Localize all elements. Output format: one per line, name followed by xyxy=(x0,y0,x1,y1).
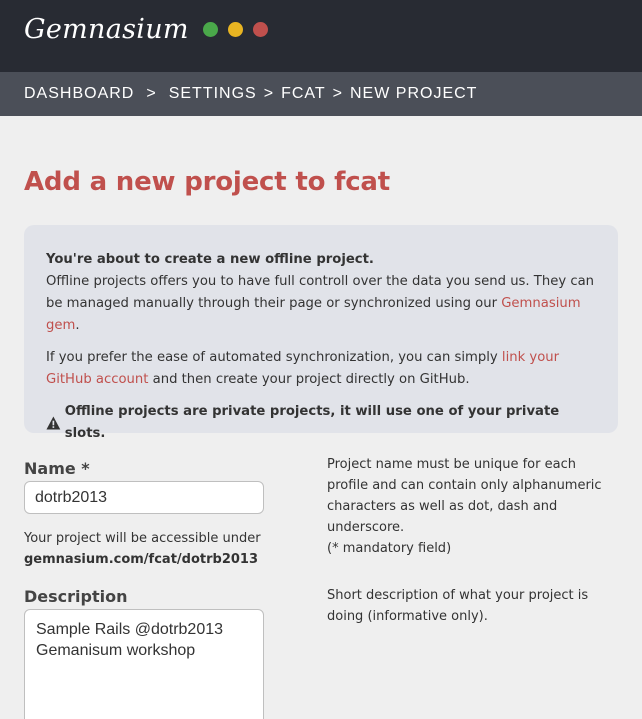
green-dot-icon xyxy=(202,21,218,37)
breadcrumb-separator: > xyxy=(146,85,157,102)
notice-paragraph-2: If you prefer the ease of automated sync… xyxy=(46,347,596,391)
yellow-dot-icon xyxy=(227,21,243,37)
name-help-text: Project name must be unique for each pro… xyxy=(327,457,602,535)
gemnasium-logo[interactable]: Gemnasium xyxy=(24,14,189,45)
main-content: Add a new project to fcat You're about t… xyxy=(0,167,642,719)
notice-paragraph-1: You're about to create a new offline pro… xyxy=(46,249,596,337)
breadcrumb-separator: > xyxy=(332,85,343,102)
offline-project-notice: You're about to create a new offline pro… xyxy=(24,225,618,441)
notice-text-2-end: and then create your project directly on… xyxy=(148,372,470,387)
project-url: gemnasium.com/fcat/dotrb2013 xyxy=(24,552,259,567)
breadcrumb-separator: > xyxy=(263,85,275,102)
project-url-hint: Your project will be accessible under ge… xyxy=(24,528,264,570)
description-field-row: Description Sample Rails @dotrb2013 Gema… xyxy=(24,587,618,719)
description-field-group: Description Sample Rails @dotrb2013 Gema… xyxy=(24,587,264,719)
description-textarea[interactable]: Sample Rails @dotrb2013 Gemanisum worksh… xyxy=(24,609,264,719)
project-url-hint-text: Your project will be accessible under xyxy=(24,531,261,546)
name-field-group: Name * Your project will be accessible u… xyxy=(24,459,264,570)
notice-text-2: If you prefer the ease of automated sync… xyxy=(46,350,502,365)
page-title: Add a new project to fcat xyxy=(24,167,390,197)
warning-text: Offline projects are private projects, i… xyxy=(64,404,560,441)
name-help: Project name must be unique for each pro… xyxy=(327,454,618,570)
warning-triangle-icon xyxy=(46,416,61,430)
notice-text-1-end: . xyxy=(75,318,80,333)
status-dots xyxy=(202,21,268,37)
breadcrumb-dashboard[interactable]: DASHBOARD xyxy=(24,85,134,103)
description-label: Description xyxy=(24,587,128,606)
breadcrumb-settings[interactable]: SETTINGS xyxy=(169,85,257,103)
mandatory-note: (* mandatory field) xyxy=(327,541,452,556)
description-help: Short description of what your project i… xyxy=(327,588,589,624)
project-name-input[interactable] xyxy=(24,481,264,514)
notice-heading: You're about to create a new offline pro… xyxy=(46,252,374,267)
breadcrumb-new-project: NEW PROJECT xyxy=(350,85,478,102)
name-label: Name * xyxy=(24,459,90,478)
breadcrumb-fcat[interactable]: FCAT xyxy=(281,85,326,103)
private-slot-warning: Offline projects are private projects, i… xyxy=(46,401,596,445)
name-field-row: Name * Your project will be accessible u… xyxy=(24,457,618,570)
breadcrumb: DASHBOARD > SETTINGS > FCAT > NEW PROJEC… xyxy=(0,72,642,116)
red-dot-icon xyxy=(252,21,268,37)
top-bar: Gemnasium xyxy=(0,0,642,72)
